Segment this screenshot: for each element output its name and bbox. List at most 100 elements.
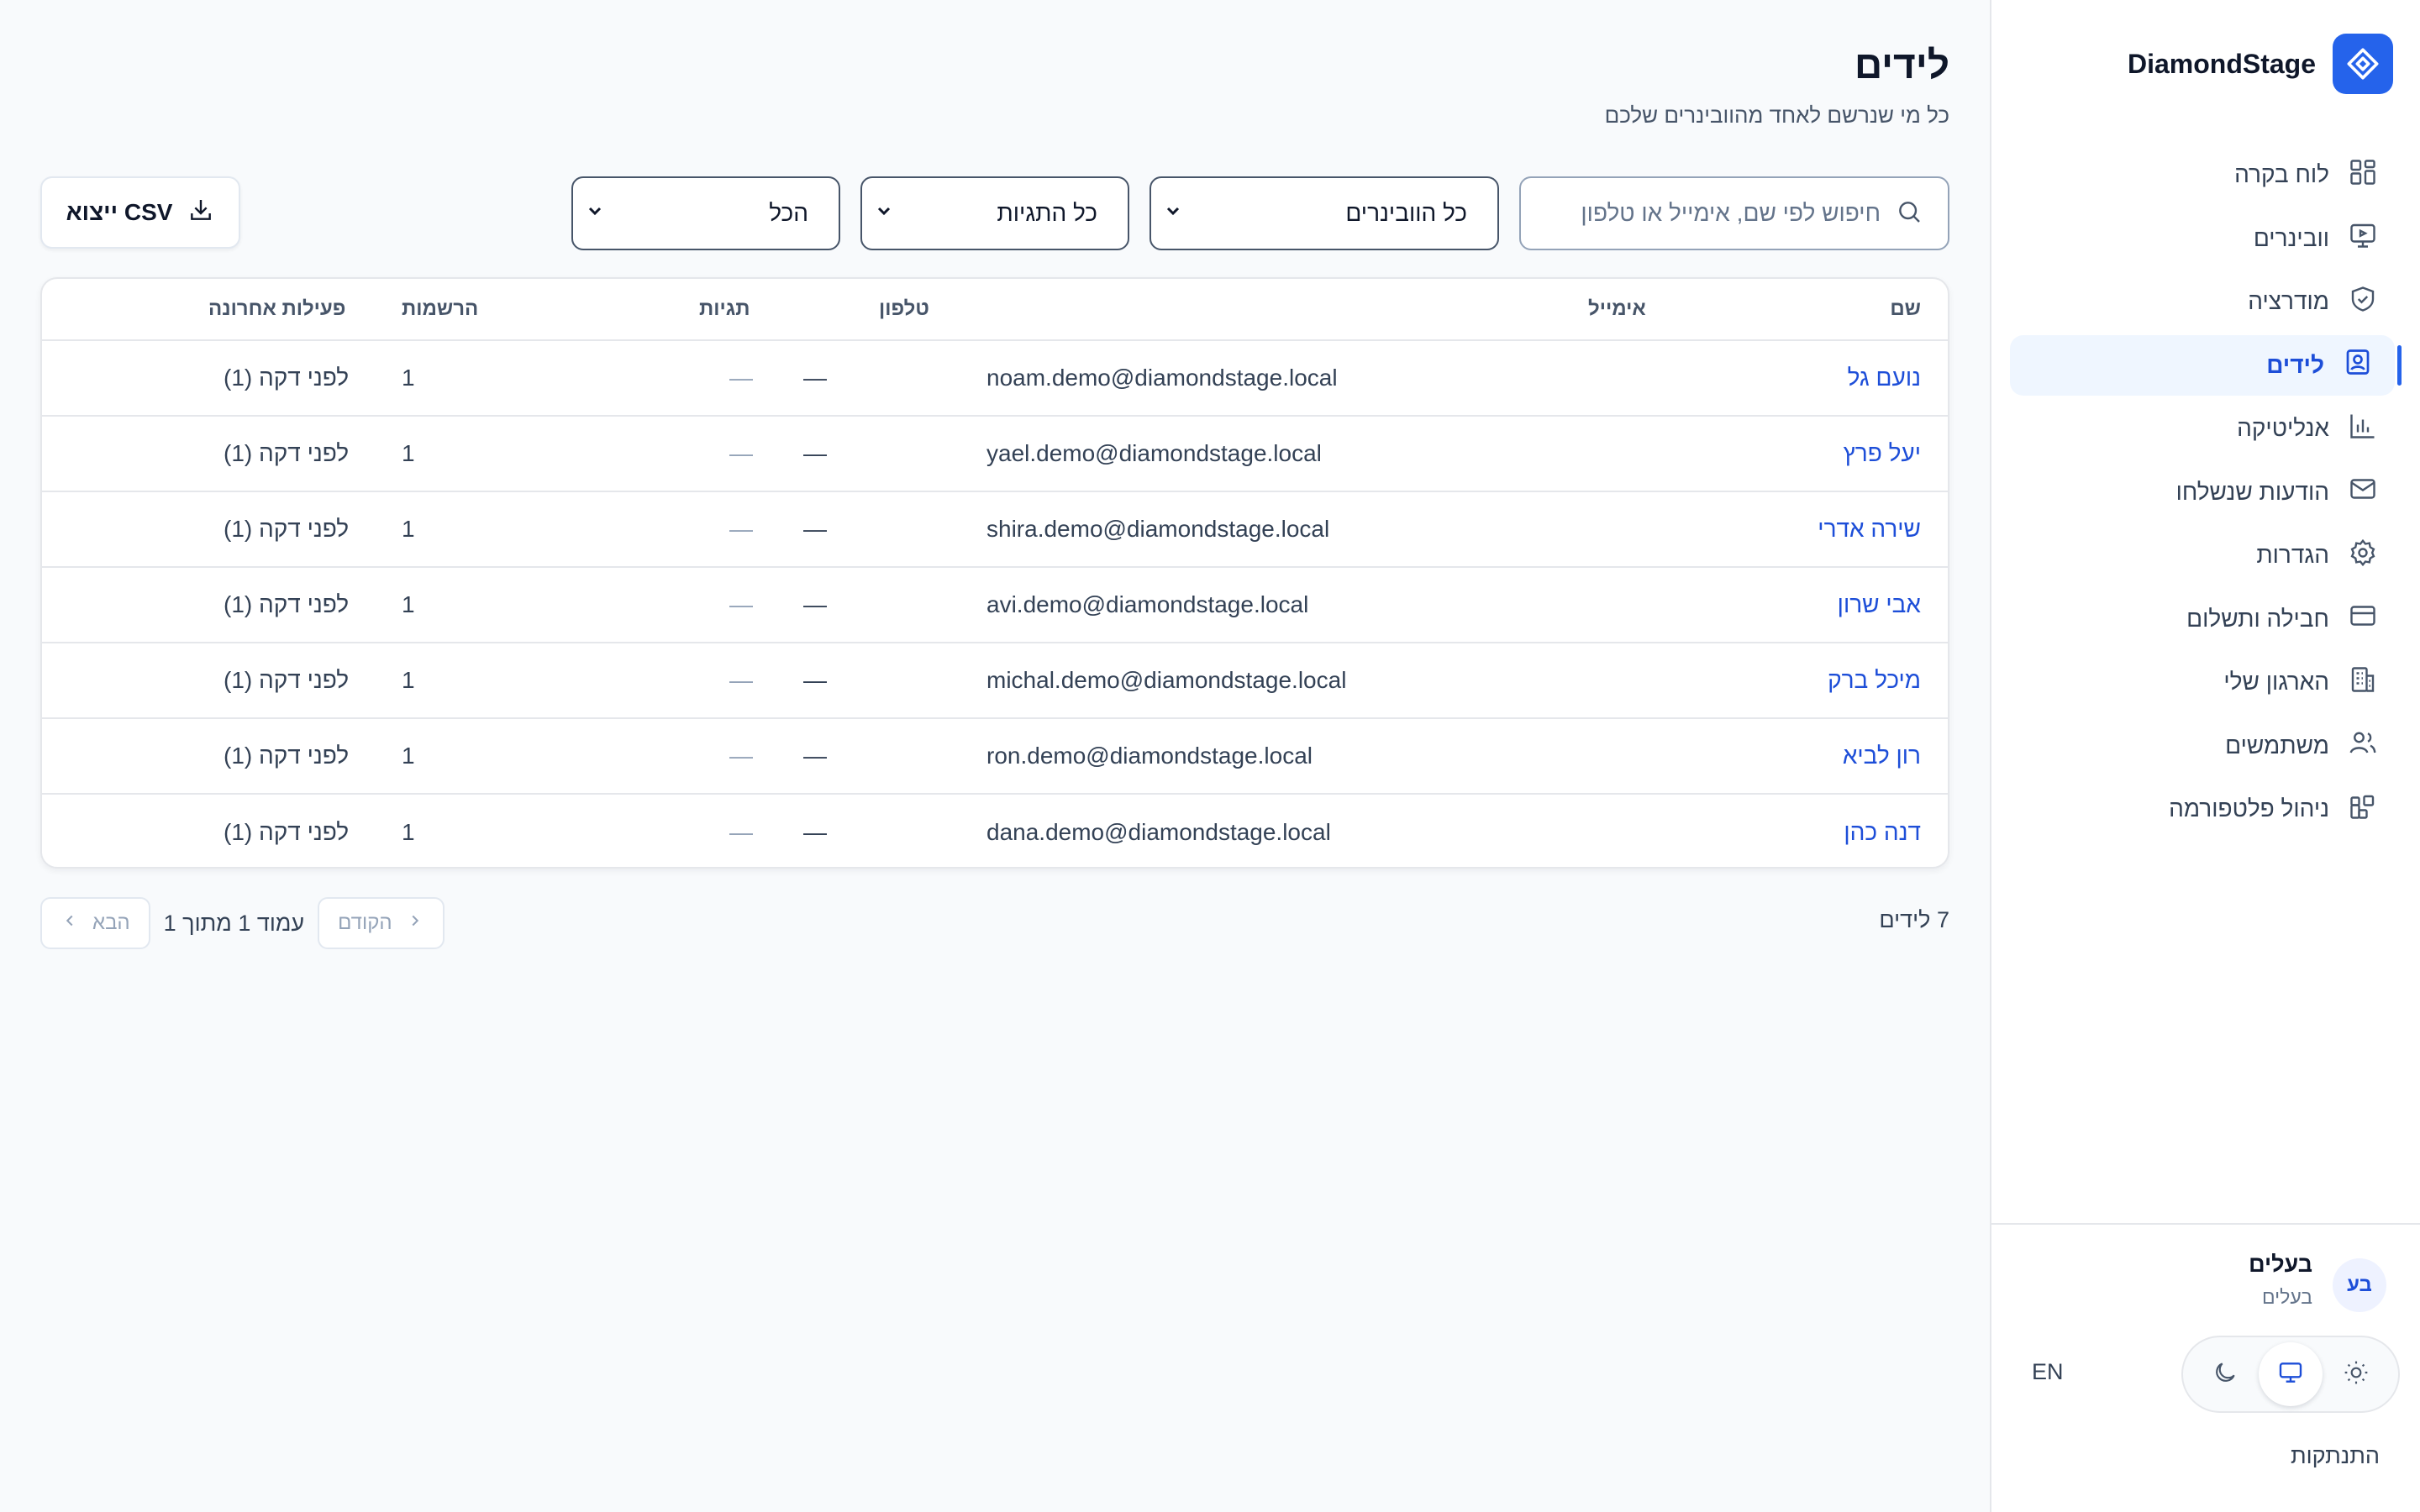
sidebar-item-my-organization[interactable]: הארגון שלי	[2010, 652, 2400, 712]
theme-system-button[interactable]	[2259, 1342, 2323, 1406]
sidebar-item-dashboard[interactable]: לוח בקרה	[2010, 144, 2400, 205]
chevron-down-icon	[874, 200, 894, 227]
table-row[interactable]: אבי שרון avi.demo@diamondstage.local — —…	[42, 568, 1948, 643]
lead-registrations: 1	[402, 667, 415, 693]
table-header: שם אימייל טלפון תגיות הרשמות פעילות אחרו…	[42, 279, 1948, 341]
lead-tags: —	[729, 743, 753, 769]
table-row[interactable]: מיכל ברק michal.demo@diamondstage.local …	[42, 643, 1948, 719]
chevron-left-icon	[60, 911, 79, 936]
logout-link[interactable]: התנתקות	[2291, 1443, 2380, 1469]
download-icon	[187, 197, 214, 229]
lead-last-activity: לפני דקה (1)	[224, 819, 350, 845]
page-title: לידים	[1854, 43, 1949, 87]
lead-phone: —	[803, 591, 827, 617]
lead-email: yael.demo@diamondstage.local	[986, 440, 1322, 466]
lead-registrations: 1	[402, 743, 415, 769]
lead-email: noam.demo@diamondstage.local	[986, 365, 1338, 391]
lead-name-link[interactable]: יעל פרץ	[1844, 417, 1921, 491]
lead-registrations: 1	[402, 440, 415, 466]
sidebar-item-label: הארגון שלי	[2223, 669, 2329, 695]
pagination: הבא עמוד 1 מתוך 1 הקודם	[40, 897, 445, 949]
sidebar-footer: בע בעלים בעלים EN התנתקות	[1991, 1223, 2420, 1512]
table-row[interactable]: רון לביא ron.demo@diamondstage.local — —…	[42, 719, 1948, 795]
lead-name-link[interactable]: מיכל ברק	[1828, 643, 1921, 717]
table-row[interactable]: שירה אדרי shira.demo@diamondstage.local …	[42, 492, 1948, 568]
theme-dark-button[interactable]	[2193, 1342, 2257, 1406]
next-page-button[interactable]: הבא	[40, 897, 150, 949]
lead-name-link[interactable]: דנה כהן	[1844, 795, 1921, 867]
sidebar-nav: לוח בקרה וובינרים מודרציה לידים אנליטיקה	[2010, 144, 2402, 843]
column-header-registrations[interactable]: הרשמות	[402, 279, 478, 339]
sidebar-item-label: הגדרות	[2256, 542, 2329, 568]
column-header-last-activity[interactable]: פעילות אחרונה	[208, 279, 345, 339]
brand[interactable]: DiamondStage	[2128, 34, 2393, 94]
lead-tags: —	[729, 819, 753, 845]
shield-check-icon	[2348, 284, 2378, 320]
sidebar-item-billing[interactable]: חבילה ותשלום	[2010, 589, 2400, 649]
theme-toggle	[2181, 1336, 2400, 1413]
lead-last-activity: לפני דקה (1)	[224, 516, 350, 542]
lead-email: ron.demo@diamondstage.local	[986, 743, 1313, 769]
lead-last-activity: לפני דקה (1)	[224, 365, 350, 391]
lead-phone: —	[803, 516, 827, 542]
widgets-icon	[2348, 791, 2378, 827]
sidebar-item-label: וובינרים	[2253, 224, 2329, 251]
user-profile[interactable]: בע בעלים בעלים	[2249, 1252, 2386, 1312]
search-input[interactable]	[1521, 200, 1881, 227]
lead-registrations: 1	[402, 591, 415, 617]
lead-last-activity: לפני דקה (1)	[224, 743, 350, 769]
sidebar: DiamondStage לוח בקרה וובינרים מודרציה ל…	[1990, 0, 2420, 1512]
filters-toolbar: כל הוובינרים כל התגיות הכל ייצוא CSV	[40, 176, 1949, 250]
sidebar-item-leads[interactable]: לידים	[2010, 334, 2402, 396]
export-csv-button[interactable]: ייצוא CSV	[40, 176, 240, 249]
lead-registrations: 1	[402, 819, 415, 845]
avatar: בע	[2333, 1258, 2386, 1312]
sidebar-item-label: חבילה ותשלום	[2186, 605, 2329, 632]
moon-icon	[2212, 1359, 2238, 1390]
lead-name-link[interactable]: שירה אדרי	[1818, 492, 1921, 566]
lead-registrations: 1	[402, 365, 415, 391]
table-row[interactable]: יעל פרץ yael.demo@diamondstage.local — —…	[42, 417, 1948, 492]
lead-email: shira.demo@diamondstage.local	[986, 516, 1330, 542]
sidebar-item-settings[interactable]: הגדרות	[2010, 525, 2400, 585]
sidebar-item-label: מודרציה	[2248, 288, 2329, 314]
dashboard-grid-icon	[2348, 157, 2378, 193]
status-filter-select[interactable]: הכל	[571, 176, 840, 250]
export-csv-label: ייצוא CSV	[66, 199, 173, 225]
column-header-email[interactable]: אימייל	[1588, 279, 1646, 339]
sidebar-item-sent-messages[interactable]: הודעות שנשלחו	[2010, 462, 2400, 522]
sidebar-item-users[interactable]: משתמשים	[2010, 716, 2400, 776]
webinar-filter-select[interactable]: כל הוובינרים	[1150, 176, 1499, 250]
lead-phone: —	[803, 819, 827, 845]
table-row[interactable]: דנה כהן dana.demo@diamondstage.local — —…	[42, 795, 1948, 867]
lead-last-activity: לפני דקה (1)	[224, 667, 350, 693]
next-page-label: הבא	[92, 911, 130, 934]
column-header-tags[interactable]: תגיות	[699, 279, 750, 339]
tags-filter-select[interactable]: כל התגיות	[860, 176, 1129, 250]
lead-email: michal.demo@diamondstage.local	[986, 667, 1347, 693]
lead-phone: —	[803, 667, 827, 693]
lead-tags: —	[729, 440, 753, 466]
sidebar-item-analytics[interactable]: אנליטיקה	[2010, 398, 2400, 459]
lead-last-activity: לפני דקה (1)	[224, 440, 350, 466]
column-header-name[interactable]: שם	[1890, 279, 1921, 339]
lead-phone: —	[803, 365, 827, 391]
sidebar-item-moderation[interactable]: מודרציה	[2010, 271, 2400, 332]
table-row[interactable]: נועם גל noam.demo@diamondstage.local — —…	[42, 341, 1948, 417]
column-header-phone[interactable]: טלפון	[879, 279, 929, 339]
lead-tags: —	[729, 365, 753, 391]
chevron-down-icon	[585, 200, 605, 227]
search-icon	[1896, 198, 1923, 229]
lead-name-link[interactable]: אבי שרון	[1838, 568, 1921, 642]
sidebar-item-label: לוח בקרה	[2234, 161, 2329, 187]
sidebar-item-label: משתמשים	[2225, 732, 2329, 759]
search-field[interactable]	[1519, 176, 1949, 250]
previous-page-button[interactable]: הקודם	[318, 897, 445, 949]
sidebar-item-platform-management[interactable]: ניהול פלטפורמה	[2010, 779, 2400, 839]
lead-name-link[interactable]: רון לביא	[1843, 719, 1921, 793]
sidebar-item-webinars[interactable]: וובינרים	[2010, 208, 2400, 269]
language-toggle[interactable]: EN	[2032, 1359, 2064, 1385]
lead-name-link[interactable]: נועם גל	[1848, 341, 1921, 415]
page-info: עמוד 1 מתוך 1	[163, 910, 305, 936]
theme-light-button[interactable]	[2324, 1342, 2388, 1406]
